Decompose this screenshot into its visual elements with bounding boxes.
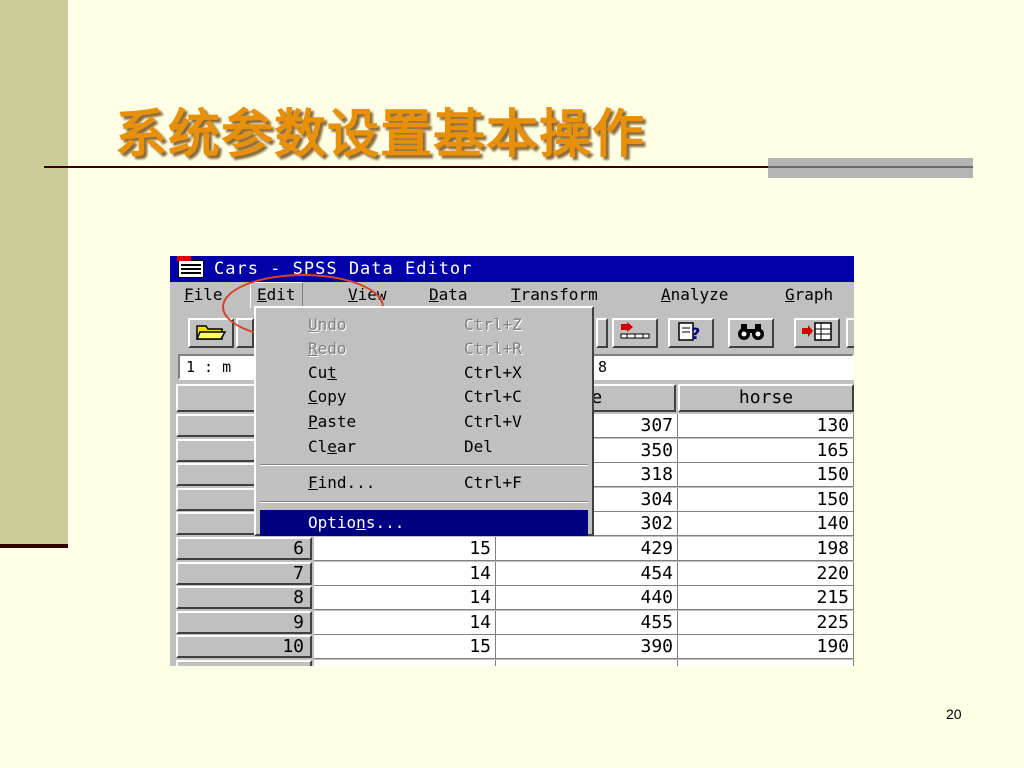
row-number[interactable]: 8	[176, 586, 312, 610]
menu-item-shortcut: Ctrl+V	[464, 412, 522, 431]
cell-engine[interactable]: 440	[496, 586, 678, 611]
menu-item-shortcut: Ctrl+Z	[464, 315, 522, 334]
edit-dropdown-menu: Undo Ctrl+Z Redo Ctrl+R Cut Ctrl+X Copy Ctrl+C P…	[254, 306, 594, 536]
table-row-partial	[170, 660, 854, 666]
title-accent-line	[768, 166, 973, 168]
cell-engine[interactable]: 390	[496, 635, 678, 660]
variables-help-icon: ?	[678, 322, 700, 343]
menu-item-label: Options...	[308, 513, 405, 532]
cell-horse[interactable]: 215	[678, 586, 854, 611]
row-number[interactable]	[176, 660, 312, 666]
cell-mpg[interactable]	[314, 660, 496, 666]
table-row: 10 15 390 190	[170, 635, 854, 660]
menu-item-undo[interactable]: Undo Ctrl+Z	[260, 314, 588, 336]
find-button[interactable]	[728, 318, 774, 348]
cell-value: 8	[598, 358, 608, 376]
menu-item-shortcut: Ctrl+C	[464, 387, 522, 406]
cell-horse[interactable]: 220	[678, 561, 854, 586]
cell-mpg[interactable]: 15	[314, 635, 496, 660]
insert-case-icon	[802, 322, 832, 341]
left-band-underline	[0, 544, 68, 548]
insert-case-button[interactable]	[794, 318, 840, 348]
menu-item-find[interactable]: Find... Ctrl+F	[260, 472, 588, 494]
cell-horse[interactable]: 130	[678, 414, 854, 438]
table-row: 7 14 454 220	[170, 561, 854, 587]
menu-item-label: Undo	[308, 315, 347, 334]
cell-mpg[interactable]: 15	[314, 537, 496, 561]
menu-graph[interactable]: Graph	[785, 282, 833, 308]
row-number[interactable]: 10	[176, 635, 312, 659]
menu-item-paste[interactable]: Paste Ctrl+V	[260, 411, 588, 433]
cell-engine[interactable]: 429	[496, 537, 678, 561]
menu-item-redo[interactable]: Redo Ctrl+R	[260, 338, 588, 360]
cell-engine[interactable]	[496, 660, 678, 666]
table-row: 9 14 455 225	[170, 610, 854, 636]
goto-case-icon	[620, 322, 650, 339]
variables-help-button[interactable]: ?	[668, 318, 714, 348]
cell-horse[interactable]: 198	[678, 537, 854, 561]
open-folder-icon	[195, 325, 227, 340]
title-accent-bar	[768, 158, 973, 178]
menu-item-shortcut: Del	[464, 437, 493, 456]
menu-item-clear[interactable]: Clear Del	[260, 436, 588, 458]
menu-separator	[260, 464, 588, 466]
menu-item-shortcut: Ctrl+F	[464, 473, 522, 492]
menu-item-label: Clear	[308, 437, 357, 456]
table-row: 8 14 440 215	[170, 586, 854, 611]
menu-separator	[260, 501, 588, 503]
svg-text:?: ?	[691, 324, 700, 342]
cell-horse[interactable]: 190	[678, 635, 854, 660]
cell-horse[interactable]: 150	[678, 487, 854, 512]
slide-title: 系统参数设置基本操作	[115, 104, 646, 165]
menu-data[interactable]: Data	[429, 282, 468, 308]
cell-reference: 1 : m	[186, 358, 232, 376]
column-header-horse[interactable]: horse	[678, 384, 854, 412]
cell-horse[interactable]	[678, 660, 854, 666]
goto-case-button[interactable]	[612, 318, 658, 348]
menu-item-options[interactable]: Options...	[260, 510, 588, 536]
row-number[interactable]: 9	[176, 610, 312, 634]
menu-file[interactable]: File	[184, 282, 223, 308]
find-binoculars-icon	[738, 324, 764, 340]
cell-horse[interactable]: 225	[678, 610, 854, 635]
menu-item-label: Paste	[308, 412, 357, 431]
cell-horse[interactable]: 140	[678, 512, 854, 537]
menu-item-cut[interactable]: Cut Ctrl+X	[260, 362, 588, 384]
page-number: 20	[946, 706, 962, 722]
menu-item-label: Redo	[308, 339, 347, 358]
cell-horse[interactable]: 150	[678, 463, 854, 488]
menu-item-label: Copy	[308, 387, 347, 406]
menu-transform[interactable]: Transform	[511, 282, 598, 308]
cell-engine[interactable]: 455	[496, 610, 678, 635]
open-folder-button[interactable]	[188, 318, 234, 348]
row-number[interactable]: 6	[176, 537, 312, 560]
menu-item-copy[interactable]: Copy Ctrl+C	[260, 386, 588, 408]
cell-engine[interactable]: 454	[496, 561, 678, 586]
menu-item-shortcut: Ctrl+R	[464, 339, 522, 358]
toolbar-button-partial-right[interactable]	[846, 318, 854, 348]
left-decorative-band	[0, 0, 68, 548]
spss-app-icon[interactable]	[177, 256, 204, 278]
menu-item-label: Cut	[308, 363, 337, 382]
toolbar-button-partial[interactable]	[596, 318, 608, 348]
table-row: 6 15 429 198	[170, 537, 854, 562]
menu-analyze[interactable]: Analyze	[661, 282, 728, 308]
cell-mpg[interactable]: 14	[314, 561, 496, 586]
cell-mpg[interactable]: 14	[314, 586, 496, 611]
cell-mpg[interactable]: 14	[314, 610, 496, 635]
row-number[interactable]: 7	[176, 561, 312, 585]
menu-item-label: Find...	[308, 473, 376, 492]
menu-item-shortcut: Ctrl+X	[464, 363, 522, 382]
cell-horse[interactable]: 165	[678, 438, 854, 463]
